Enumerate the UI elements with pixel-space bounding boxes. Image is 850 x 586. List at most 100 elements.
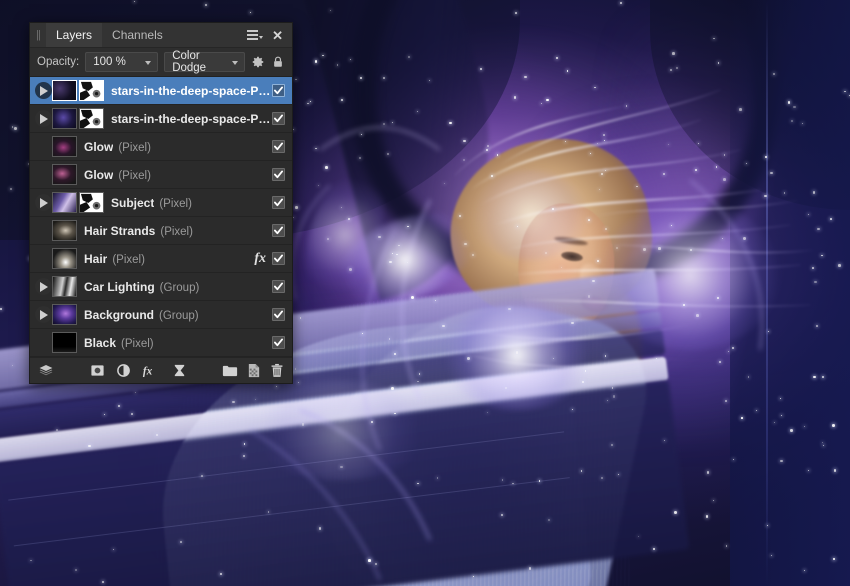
layers-panel[interactable]: || Layers Channels ✕ Opacity: 100 % Colo…	[29, 22, 293, 384]
layer-thumbnails	[52, 276, 77, 297]
tab-channels-label: Channels	[112, 28, 163, 42]
panel-bottom-toolbar[interactable]: fx	[30, 357, 292, 383]
layer-row[interactable]: Black (Pixel)	[30, 329, 292, 357]
close-icon[interactable]: ✕	[272, 29, 283, 42]
gear-icon[interactable]	[251, 55, 265, 69]
blend-mode-select[interactable]: Color Dodge	[164, 50, 245, 74]
layer-visibility-checkbox[interactable]	[272, 112, 285, 125]
layer-row[interactable]: Car Lighting (Group)	[30, 273, 292, 301]
layer-row-controls: fx	[254, 251, 292, 267]
layer-mask-thumbnail[interactable]	[79, 108, 104, 129]
layer-thumbnail[interactable]	[52, 220, 77, 241]
disclosure-triangle-icon[interactable]	[34, 77, 52, 105]
tab-channels[interactable]: Channels	[102, 23, 173, 47]
tab-layers[interactable]: Layers	[46, 23, 103, 47]
layer-visibility-checkbox[interactable]	[272, 280, 285, 293]
layer-fx-icon[interactable]: fx	[254, 251, 266, 267]
layer-label: stars-in-the-deep-space-PB...	[111, 84, 272, 98]
layer-mask-thumbnail[interactable]	[79, 80, 104, 101]
layers-stack-icon[interactable]	[38, 363, 54, 379]
layer-label: Glow (Pixel)	[84, 168, 272, 182]
add-mask-icon[interactable]	[90, 363, 105, 378]
layer-mask-thumbnail[interactable]	[79, 192, 104, 213]
layer-visibility-checkbox[interactable]	[272, 252, 285, 265]
layer-name: Glow	[84, 167, 114, 182]
layer-name: Hair	[84, 251, 108, 266]
disclosure-spacer	[34, 329, 52, 357]
layer-thumbnail[interactable]	[52, 136, 77, 157]
disclosure-triangle-icon[interactable]	[34, 301, 52, 329]
layer-row-controls	[272, 280, 292, 293]
layer-name: stars-in-the-deep-space-PB...	[111, 111, 272, 126]
layer-thumbnail[interactable]	[52, 248, 77, 269]
layer-thumbnail[interactable]	[52, 332, 77, 353]
layer-row[interactable]: stars-in-the-deep-space-PB...	[30, 77, 292, 105]
add-adjustment-icon[interactable]	[116, 363, 131, 378]
add-pixel-layer-icon[interactable]	[247, 363, 261, 378]
layer-visibility-checkbox[interactable]	[272, 224, 285, 237]
layer-row[interactable]: Glow (Pixel)	[30, 161, 292, 189]
layer-visibility-checkbox[interactable]	[272, 84, 285, 97]
layer-thumbnails	[52, 304, 77, 325]
layer-visibility-checkbox[interactable]	[272, 308, 285, 321]
layer-name: Background	[84, 307, 155, 322]
layer-kind: (Group)	[159, 309, 199, 322]
panel-titlebar[interactable]: || Layers Channels ✕	[30, 23, 292, 48]
layer-thumbnail[interactable]	[52, 192, 77, 213]
delete-layer-icon[interactable]	[270, 363, 284, 378]
layer-kind: (Pixel)	[112, 253, 145, 266]
layer-thumbnail[interactable]	[52, 164, 77, 185]
layer-thumbnails	[52, 108, 104, 129]
layer-thumbnail[interactable]	[52, 304, 77, 325]
live-filter-icon[interactable]	[172, 363, 187, 378]
layer-visibility-checkbox[interactable]	[272, 168, 285, 181]
glow-spot-neck	[442, 300, 592, 410]
disclosure-triangle-icon[interactable]	[34, 273, 52, 301]
layer-row[interactable]: Hair Strands (Pixel)	[30, 217, 292, 245]
opacity-label: Opacity:	[37, 56, 80, 68]
layer-row[interactable]: Background (Group)	[30, 301, 292, 329]
layer-label: Glow (Pixel)	[84, 140, 272, 154]
lock-icon[interactable]	[271, 55, 285, 69]
disclosure-spacer	[34, 217, 52, 245]
layer-row[interactable]: Subject (Pixel)	[30, 189, 292, 217]
panel-grip[interactable]: ||	[30, 23, 46, 47]
layer-kind: (Pixel)	[118, 169, 151, 182]
layer-label: Hair (Pixel)	[84, 252, 254, 266]
layer-thumbnail[interactable]	[52, 80, 77, 101]
disclosure-triangle-icon[interactable]	[34, 189, 52, 217]
layer-kind: (Pixel)	[159, 197, 192, 210]
layer-thumbnails	[52, 164, 77, 185]
layer-thumbnail[interactable]	[52, 276, 77, 297]
layer-name: Hair Strands	[84, 223, 156, 238]
glow-spot-right	[600, 200, 780, 350]
layer-kind: (Pixel)	[121, 337, 154, 350]
layer-label: Hair Strands (Pixel)	[84, 224, 272, 238]
layer-row[interactable]: stars-in-the-deep-space-PB...	[30, 105, 292, 133]
layer-effects-icon[interactable]: fx	[142, 363, 161, 378]
disclosure-spacer	[34, 161, 52, 189]
layer-row[interactable]: Hair (Pixel) fx	[30, 245, 292, 273]
disclosure-triangle-icon[interactable]	[34, 105, 52, 133]
panel-menu-icon[interactable]	[247, 30, 264, 40]
layer-label: Car Lighting (Group)	[84, 280, 272, 294]
layer-name: Glow	[84, 139, 114, 154]
panel-controls[interactable]: Opacity: 100 % Color Dodge	[30, 48, 292, 77]
disclosure-spacer	[34, 133, 52, 161]
add-group-icon[interactable]	[222, 364, 238, 378]
layer-row[interactable]: Glow (Pixel)	[30, 133, 292, 161]
layer-visibility-checkbox[interactable]	[272, 336, 285, 349]
layer-list[interactable]: stars-in-the-deep-space-PB... stars-in-th…	[30, 77, 292, 357]
layer-row-controls	[272, 336, 292, 349]
opacity-input[interactable]: 100 %	[85, 52, 159, 72]
layer-visibility-checkbox[interactable]	[272, 140, 285, 153]
layer-thumbnails	[52, 80, 104, 101]
layer-thumbnail[interactable]	[52, 108, 77, 129]
disclosure-spacer	[34, 245, 52, 273]
layer-row-controls	[272, 196, 292, 209]
layer-thumbnails	[52, 192, 104, 213]
layer-visibility-checkbox[interactable]	[272, 196, 285, 209]
svg-text:fx: fx	[142, 365, 152, 377]
layer-row-controls	[272, 168, 292, 181]
layer-label: stars-in-the-deep-space-PB...	[111, 112, 272, 126]
